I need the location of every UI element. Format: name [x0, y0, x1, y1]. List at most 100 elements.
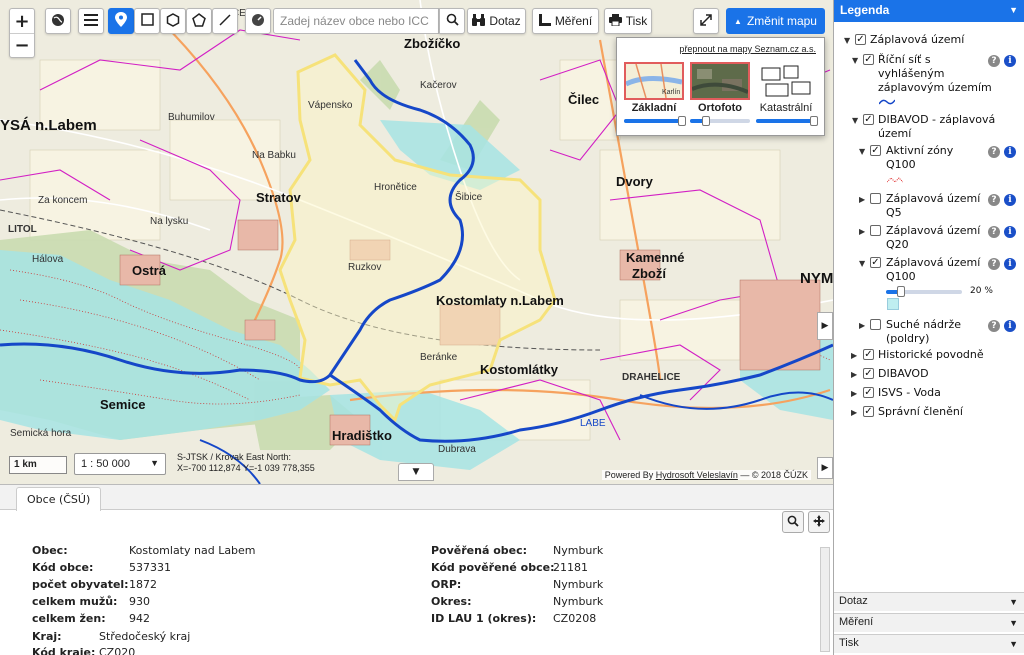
map-label-labe: LABE — [580, 418, 606, 429]
dotaz-button[interactable]: Dotaz — [467, 8, 526, 34]
info-scrollbar[interactable] — [820, 547, 830, 652]
search-input[interactable] — [273, 8, 439, 34]
info-icon[interactable]: i — [1004, 146, 1016, 158]
expand-caret-icon[interactable]: ▶ — [859, 321, 865, 330]
attribution-link[interactable]: Hydrosoft Veleslavín — [656, 470, 738, 480]
rectangle-tool-button[interactable] — [134, 8, 160, 34]
info-row-zen: celkem žen: — [32, 612, 106, 625]
expand-caret-icon[interactable]: ▼ — [859, 147, 865, 156]
expand-right-button[interactable]: ▶ — [817, 457, 833, 479]
legend-item-spravni: Správní členění — [878, 405, 963, 418]
line-tool-button[interactable] — [212, 8, 238, 34]
tab-obce[interactable]: Obce (ČSÚ) — [16, 487, 102, 511]
location-button[interactable] — [245, 8, 271, 34]
checkbox-isvs[interactable]: ✓ — [863, 387, 874, 398]
map-label-semice: Semice — [100, 397, 146, 412]
checkbox-aktivni[interactable]: ✓ — [870, 145, 881, 156]
info-icon[interactable]: i — [1004, 226, 1016, 238]
expand-caret-icon[interactable]: ▶ — [851, 351, 857, 360]
search-button[interactable] — [439, 8, 465, 34]
basemap-zakladni-thumb: Karlín — [624, 62, 684, 100]
zoom-in-button[interactable]: + — [10, 9, 34, 33]
chevron-down-icon: ▼ — [1009, 597, 1018, 607]
info-value-poverena: Nymburk — [553, 544, 604, 557]
collapse-legend-button[interactable]: ▶ — [817, 312, 833, 340]
expand-caret-icon[interactable]: ▼ — [859, 259, 865, 268]
info-label: ORP: — [431, 578, 462, 591]
help-icon[interactable]: ? — [988, 146, 1000, 158]
info-label: Kód obce: — [32, 561, 94, 574]
expand-caret-icon[interactable]: ▶ — [851, 370, 857, 379]
seznam-link[interactable]: přepnout na mapy Seznam.cz a.s. — [679, 44, 816, 54]
ruler-icon — [538, 13, 551, 29]
tisk-label: Tisk — [625, 14, 648, 28]
accordion-dotaz[interactable]: Dotaz ▼ — [834, 592, 1024, 611]
expand-caret-icon[interactable]: ▼ — [852, 116, 858, 125]
legend-header[interactable]: Legenda ▼ — [834, 0, 1024, 22]
pan-to-feature-button[interactable] — [808, 511, 830, 533]
map-label-sibice: Šibice — [455, 192, 483, 203]
expand-caret-icon[interactable]: ▶ — [859, 195, 865, 204]
tisk-button[interactable]: Tisk — [604, 8, 652, 34]
expand-caret-icon[interactable]: ▼ — [852, 56, 858, 65]
help-icon[interactable]: ? — [988, 258, 1000, 270]
basemap-ortofoto[interactable]: Ortofoto — [690, 62, 750, 126]
basemap-zakladni[interactable]: Karlín Základní — [624, 62, 686, 126]
checkbox-q100[interactable]: ✓ — [870, 257, 881, 268]
expand-caret-icon[interactable]: ▶ — [851, 389, 857, 398]
help-icon[interactable]: ? — [988, 320, 1000, 332]
legend-item-dibavod-z-2: území — [878, 127, 912, 140]
basemap-katastralni[interactable]: Katastrální — [756, 62, 818, 126]
help-icon[interactable]: ? — [988, 194, 1000, 206]
polygon-tool-button[interactable] — [186, 8, 212, 34]
info-value-kod-obce: 537331 — [129, 561, 171, 574]
mereni-button[interactable]: Měření — [532, 8, 599, 34]
change-map-button[interactable]: ▲ Změnit mapu — [726, 8, 825, 34]
map-view[interactable]: YSÁ n.Labem MILOVICE Zbožíčko Kačerov Či… — [0, 0, 833, 484]
checkbox-zaplavova[interactable]: ✓ — [855, 34, 866, 45]
map-label-drahelice: DRAHELICE — [622, 372, 681, 383]
collapse-bottom-panel-button[interactable]: ▼ — [398, 463, 434, 481]
basemap-zakladni-opacity-slider[interactable] — [624, 116, 686, 126]
map-label-hronetice: Hronětice — [374, 182, 417, 193]
circle-tool-button[interactable] — [160, 8, 186, 34]
scale-select[interactable]: 1 : 50 000 ▼ — [74, 453, 166, 475]
checkbox-dibavod[interactable]: ✓ — [863, 368, 874, 379]
point-tool-button[interactable] — [108, 8, 134, 34]
change-map-label: Změnit mapu — [746, 14, 817, 28]
info-icon[interactable]: i — [1004, 320, 1016, 332]
info-label: celkem mužů: — [32, 595, 118, 608]
checkbox-suche[interactable] — [870, 319, 881, 330]
expand-caret-icon[interactable]: ▼ — [844, 36, 850, 45]
info-icon[interactable]: i — [1004, 258, 1016, 270]
info-label: Obec: — [32, 544, 68, 557]
attribution-prefix: Powered By — [604, 470, 656, 480]
zoom-to-feature-button[interactable] — [782, 511, 804, 533]
help-icon[interactable]: ? — [988, 55, 1000, 67]
expand-caret-icon[interactable]: ▶ — [859, 227, 865, 236]
checkbox-q20[interactable] — [870, 225, 881, 236]
checkbox-ricni[interactable]: ✓ — [863, 54, 874, 65]
fullscreen-button[interactable] — [693, 8, 719, 34]
checkbox-spravni[interactable]: ✓ — [863, 406, 874, 417]
checkbox-q5[interactable] — [870, 193, 881, 204]
q100-opacity-slider[interactable] — [886, 286, 962, 297]
checkbox-historicke[interactable]: ✓ — [863, 349, 874, 360]
legend-item-isvs: ISVS - Voda — [878, 386, 941, 399]
map-label-litol: LITOL — [8, 224, 37, 235]
help-icon[interactable]: ? — [988, 226, 1000, 238]
accordion-tisk[interactable]: Tisk ▼ — [834, 634, 1024, 653]
info-icon[interactable]: i — [1004, 55, 1016, 67]
checkbox-dibavod-zaplavova[interactable]: ✓ — [863, 114, 874, 125]
basemap-katastralni-opacity-slider[interactable] — [756, 116, 818, 126]
info-icon[interactable]: i — [1004, 194, 1016, 206]
menu-button[interactable] — [78, 8, 104, 34]
map-label-kacerov: Kačerov — [420, 80, 457, 91]
accordion-mereni[interactable]: Měření ▼ — [834, 613, 1024, 632]
chevron-down-icon: ▼ — [1009, 618, 1018, 628]
accordion-tisk-label: Tisk — [839, 637, 859, 649]
expand-caret-icon[interactable]: ▶ — [851, 408, 857, 417]
globe-button[interactable] — [45, 8, 71, 34]
zoom-out-button[interactable]: − — [10, 33, 34, 57]
basemap-ortofoto-opacity-slider[interactable] — [690, 116, 750, 126]
